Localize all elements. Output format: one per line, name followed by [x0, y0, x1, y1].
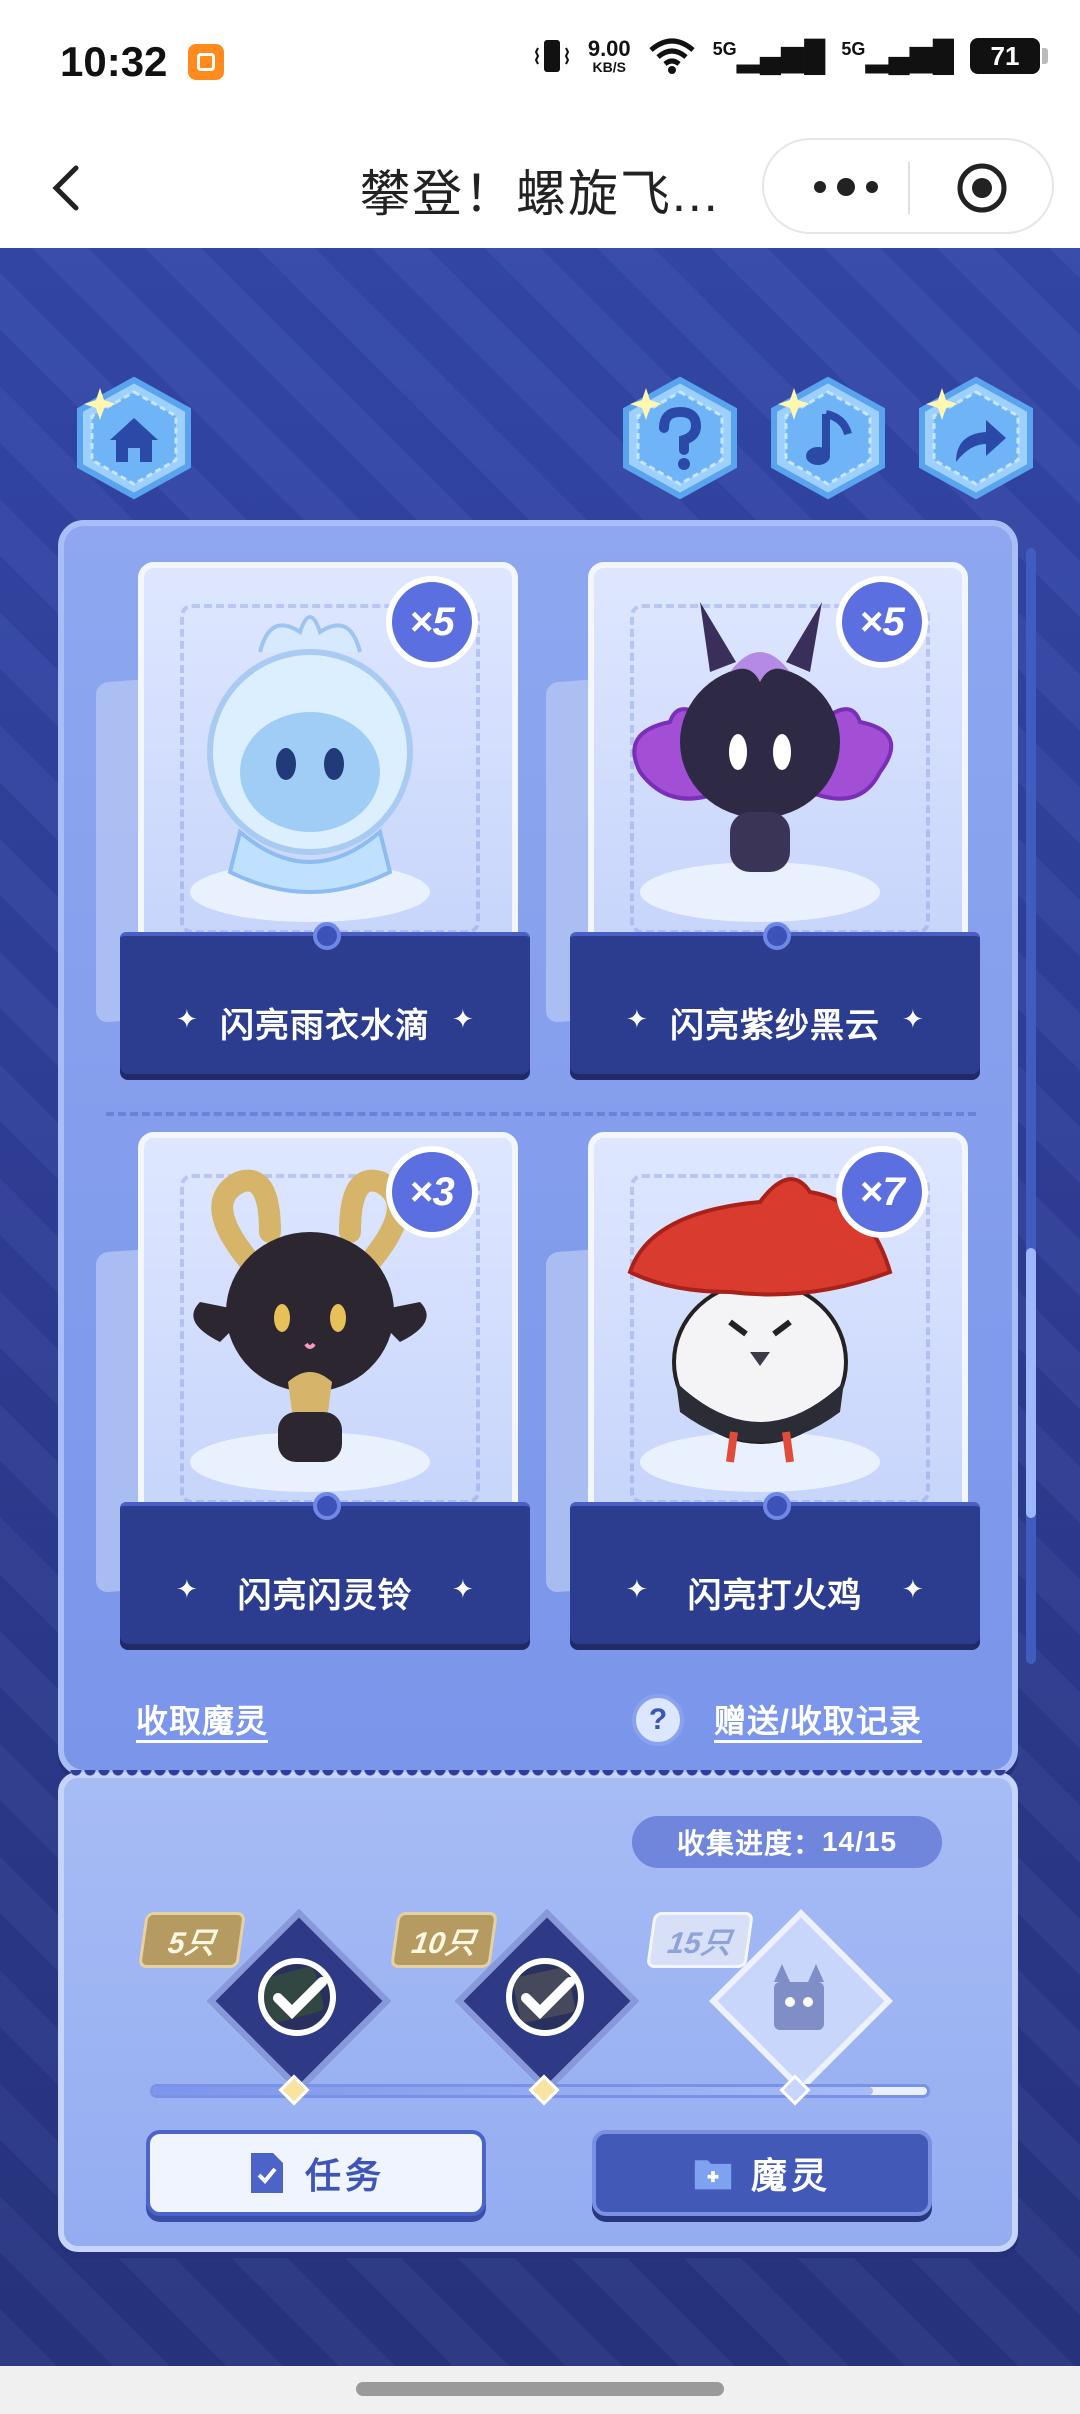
- signal-5g-2: 5G▂▄▆█: [841, 38, 954, 73]
- card-pin: [313, 922, 341, 950]
- spirit-card[interactable]: ×5 ✦ 闪亮紫纱黑云 ✦: [546, 562, 990, 1122]
- card-name-plate: ✦ 闪亮打火鸡 ✦: [570, 1492, 980, 1644]
- more-dots-icon[interactable]: [804, 162, 888, 212]
- signal-2-label: 5G: [841, 38, 866, 59]
- home-icon[interactable]: [70, 374, 198, 502]
- sparkle-icon: ✦: [452, 1004, 474, 1034]
- speed-unit: KB/S: [592, 59, 626, 75]
- collect-spirit-link[interactable]: 收取魔灵: [136, 1696, 268, 1742]
- spirit-card[interactable]: ×5 ✦ 闪亮雨衣水滴 ✦: [96, 562, 540, 1122]
- notification-app-icon: [188, 44, 224, 80]
- help-circle-icon[interactable]: ?: [632, 1694, 684, 1746]
- signal-5g-1: 5G▂▄▆█: [712, 38, 826, 73]
- mini-program-title-bar: 攀登！螺旋飞...: [0, 128, 1080, 248]
- card-count-badge: ×5: [836, 576, 928, 668]
- card-count-badge: ×7: [836, 1146, 928, 1238]
- signal-1-label: 5G: [712, 38, 737, 59]
- card-name-plate: ✦ 闪亮闪灵铃 ✦: [120, 1492, 530, 1644]
- check-icon: [506, 1958, 584, 2036]
- status-bar: 10:32 9.00 KB/S 5G▂▄▆█ 5G▂▄▆█ 71: [0, 0, 1080, 128]
- milestone-tag: 10只: [390, 1912, 498, 1968]
- card-name-plate: ✦ 闪亮雨衣水滴 ✦: [120, 922, 530, 1074]
- sparkle-icon: ✦: [452, 1574, 474, 1604]
- help-icon[interactable]: [616, 374, 744, 502]
- progress-value: 14/15: [821, 1826, 898, 1857]
- card-name-plate: ✦ 闪亮紫纱黑云 ✦: [570, 922, 980, 1074]
- page-title: 攀登！螺旋飞...: [360, 166, 720, 222]
- card-count-badge: ×3: [386, 1146, 478, 1238]
- task-button[interactable]: 任务: [146, 2130, 486, 2216]
- sparkle-icon: ✦: [902, 1004, 924, 1034]
- spirit-card[interactable]: ×7 ✦ 闪亮打火鸡 ✦: [546, 1132, 990, 1692]
- card-pin: [763, 922, 791, 950]
- card-pin: [313, 1492, 341, 1520]
- close-miniprogram-icon[interactable]: [954, 160, 1010, 216]
- wifi-icon: [649, 38, 695, 74]
- gift-records-link[interactable]: 赠送/收取记录: [714, 1696, 922, 1742]
- share-icon[interactable]: [912, 374, 1040, 502]
- back-arrow-icon[interactable]: [38, 158, 98, 218]
- milestone-tag: 15只: [646, 1912, 754, 1968]
- progress-label-text: 收集进度：: [676, 1828, 822, 1859]
- capsule-separator: [908, 162, 910, 214]
- check-icon: [258, 1958, 336, 2036]
- collection-progress-label: 收集进度： 14/15: [632, 1816, 942, 1868]
- capsule-menu: [762, 138, 1054, 234]
- milestone-tag: 5只: [138, 1912, 246, 1968]
- folder-add-icon: [694, 2160, 732, 2190]
- spirit-button-label: 魔灵: [750, 2155, 831, 2196]
- progress-bar-fill: [153, 2087, 873, 2095]
- music-icon[interactable]: [764, 374, 892, 502]
- status-icons: 9.00 KB/S 5G▂▄▆█ 5G▂▄▆█ 71: [532, 36, 1048, 76]
- home-indicator[interactable]: [356, 2382, 724, 2396]
- task-button-label: 任务: [304, 2155, 385, 2196]
- card-pin: [763, 1492, 791, 1520]
- gift-box-icon: [774, 1964, 824, 2030]
- vibrate-icon: [534, 40, 569, 72]
- ticket-edge: [70, 1770, 1006, 1782]
- sparkle-icon: ✦: [902, 1574, 924, 1604]
- spirit-card[interactable]: ×3 ✦ 闪亮闪灵铃 ✦: [96, 1132, 540, 1692]
- scrollbar-thumb[interactable]: [1026, 1248, 1036, 1518]
- system-nav-bar: [0, 2366, 1080, 2414]
- speed-value: 9.00: [587, 36, 631, 61]
- battery-indicator: 71: [970, 38, 1048, 74]
- task-doc-icon: [250, 2153, 283, 2193]
- spirit-button[interactable]: 魔灵: [592, 2130, 932, 2216]
- status-time: 10:32: [60, 38, 168, 85]
- card-count-badge: ×5: [386, 576, 478, 668]
- network-speed: 9.00 KB/S: [587, 36, 631, 75]
